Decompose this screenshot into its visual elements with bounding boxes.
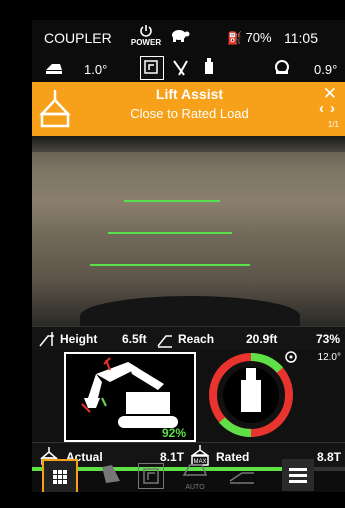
machine-status-panel: 92% 12.0° (32, 350, 345, 442)
tools-icon[interactable] (170, 58, 192, 78)
guide-line-near (90, 264, 250, 266)
percent-value: 73% (316, 332, 341, 346)
pitch-value: 1.0° (84, 62, 108, 77)
prev-arrow-icon[interactable]: ‹ (319, 100, 330, 117)
camera-view-icon (144, 60, 158, 74)
auto-button[interactable]: AUTO (180, 461, 210, 491)
rated-value: 8.8T (317, 450, 342, 464)
tilt-row: 1.0° 0.9° (32, 54, 345, 82)
lift-assist-banner: Lift Assist Close to Rated Load ✕ ‹› 1/1 (32, 82, 345, 136)
grade-icon[interactable] (228, 463, 256, 485)
fuel-pump-icon: ⛽ (227, 31, 242, 45)
banner-title: Lift Assist (155, 86, 224, 102)
power-icon (140, 25, 152, 37)
camera-nav-button[interactable] (138, 463, 164, 489)
machine-display: COUPLER POWER ⛽ 70% 11:05 1.0° 0.9° Lift… (32, 20, 345, 492)
banner-subtitle: Close to Rated Load (130, 106, 249, 121)
auto-label: AUTO (185, 484, 205, 491)
roll-machine-icon (275, 60, 289, 74)
status-bar: COUPLER POWER ⛽ 70% 11:05 (32, 20, 345, 54)
bucket-icon[interactable] (202, 58, 216, 76)
camera-view-icon (143, 468, 159, 484)
reach-label: Reach (178, 332, 215, 346)
fuel-percent: 70% (245, 30, 272, 45)
reach-icon (157, 335, 172, 348)
next-arrow-icon[interactable]: › (330, 100, 341, 117)
rated-label: Rated (216, 450, 250, 464)
camera-top-edge (32, 136, 345, 152)
auto-machine-icon (182, 464, 208, 476)
grid-icon (53, 470, 67, 484)
bottom-nav: AUTO (32, 459, 345, 492)
fuel-level: ⛽ 70% (227, 30, 272, 45)
height-value: 6.5ft (122, 332, 147, 346)
hamburger-menu-icon (289, 468, 307, 483)
clock: 11:05 (284, 30, 318, 46)
reach-value: 20.9ft (246, 332, 278, 346)
power-mode: POWER (130, 24, 162, 47)
camera-view-button[interactable] (140, 56, 164, 80)
power-label: POWER (130, 38, 162, 47)
pitch-machine-icon (46, 64, 62, 74)
measurement-row: Height 6.5ft Reach 20.9ft 73% (32, 326, 345, 352)
coupler-label: COUPLER (44, 30, 112, 46)
height-icon (39, 332, 54, 347)
swing-icon (285, 351, 297, 363)
banner-pager-arrows[interactable]: ‹› (319, 100, 341, 117)
rotation-gauge (209, 352, 293, 438)
turtle-icon (172, 30, 190, 42)
banner-page-indicator: 1/1 (327, 120, 339, 129)
gauge-angle: 12.0° (317, 352, 341, 363)
load-percent: 92% (162, 426, 187, 440)
apps-button[interactable] (42, 459, 78, 492)
boom-icon[interactable] (98, 463, 124, 487)
guide-line-mid (108, 232, 232, 234)
height-label: Height (60, 332, 98, 346)
menu-button[interactable] (282, 459, 314, 491)
camera-feed (32, 136, 345, 336)
guide-line-far (124, 200, 220, 202)
roll-value: 0.9° (314, 62, 338, 77)
